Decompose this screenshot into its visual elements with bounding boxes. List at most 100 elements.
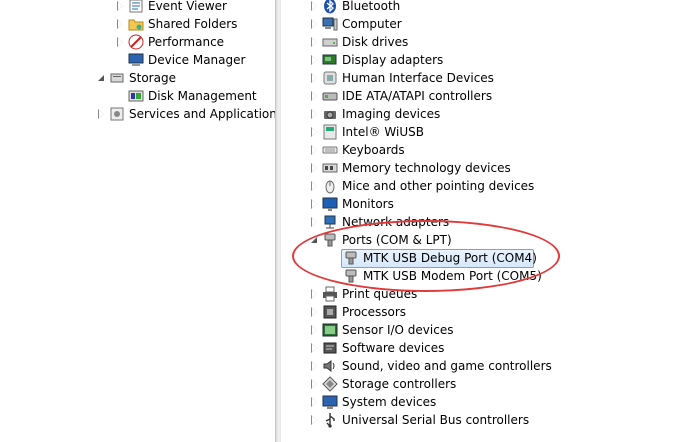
- tree-item-label: Universal Serial Bus controllers: [342, 413, 530, 427]
- tree-item-ide-ata-atapi-controllers[interactable]: IDE ATA/ATAPI controllers: [281, 87, 700, 105]
- tree-item-label: Monitors: [342, 197, 394, 211]
- printer-icon: [322, 286, 338, 302]
- disk-management-icon: [128, 88, 144, 104]
- expand-arrow-icon[interactable]: [310, 379, 320, 389]
- tree-item-label: Storage: [129, 71, 176, 85]
- expand-arrow-icon[interactable]: [310, 199, 320, 209]
- tree-item-label: System devices: [342, 395, 437, 409]
- sound-icon: [322, 358, 338, 374]
- tree-item-keyboards[interactable]: Keyboards: [281, 141, 700, 159]
- expand-arrow-icon[interactable]: [310, 91, 320, 101]
- camera-icon: [322, 106, 338, 122]
- tree-item-memory-technology-devices[interactable]: Memory technology devices: [281, 159, 700, 177]
- tree-item-label: Display adapters: [342, 53, 444, 67]
- tree-item-label: Keyboards: [342, 143, 405, 157]
- expand-arrow-icon[interactable]: [310, 307, 320, 317]
- tree-item-label: Imaging devices: [342, 107, 441, 121]
- tree-item-print-queues[interactable]: Print queues: [281, 285, 700, 303]
- storage-controller-icon: [322, 376, 338, 392]
- ide-controller-icon: [322, 88, 338, 104]
- bluetooth-icon: [322, 0, 338, 14]
- expand-arrow-icon[interactable]: [310, 37, 320, 47]
- expand-arrow-icon[interactable]: [310, 343, 320, 353]
- expand-arrow-icon[interactable]: [116, 37, 126, 47]
- expand-arrow-icon[interactable]: [310, 217, 320, 227]
- expand-arrow-icon[interactable]: [310, 361, 320, 371]
- tree-item-device-manager[interactable]: Device Manager: [0, 51, 275, 69]
- tree-item-software-devices[interactable]: Software devices: [281, 339, 700, 357]
- tree-item-intel-wiusb[interactable]: Intel® WiUSB: [281, 123, 700, 141]
- tree-item-system-devices[interactable]: System devices: [281, 393, 700, 411]
- wiusb-icon: [322, 124, 338, 140]
- usb-icon: [322, 412, 338, 428]
- tree-item-label: Intel® WiUSB: [342, 125, 424, 139]
- tree-item-ports-com-lpt[interactable]: Ports (COM & LPT): [281, 231, 700, 249]
- port-icon: [322, 232, 338, 248]
- sensor-icon: [322, 322, 338, 338]
- expand-arrow-icon[interactable]: [310, 127, 320, 137]
- tree-item-label: Memory technology devices: [342, 161, 511, 175]
- expand-arrow-icon[interactable]: [310, 415, 320, 425]
- tree-item-label: MTK USB Modem Port (COM5): [363, 269, 542, 283]
- tree-item-label: Storage controllers: [342, 377, 457, 391]
- storage-icon: [109, 70, 125, 86]
- tree-item-mtk-usb-debug-port-com4[interactable]: MTK USB Debug Port (COM4): [281, 249, 700, 268]
- tree-item-monitors[interactable]: Monitors: [281, 195, 700, 213]
- tree-item-display-adapters[interactable]: Display adapters: [281, 51, 700, 69]
- tree-item-label: MTK USB Debug Port (COM4): [363, 251, 537, 265]
- shared-folders-icon: [128, 16, 144, 32]
- tree-item-processors[interactable]: Processors: [281, 303, 700, 321]
- tree-item-label: Processors: [342, 305, 407, 319]
- expand-arrow-icon[interactable]: [116, 1, 126, 11]
- tree-item-computer[interactable]: Computer: [281, 15, 700, 33]
- console-tree-pane[interactable]: Event Viewer Shared Folders Performance Dev…: [0, 0, 283, 442]
- tree-item-services-and-applications[interactable]: Services and Applications: [0, 105, 283, 123]
- expand-arrow-icon[interactable]: [97, 109, 107, 119]
- expand-arrow-icon[interactable]: [310, 19, 320, 29]
- tree-item-mtk-usb-modem-port-com5[interactable]: MTK USB Modem Port (COM5): [281, 267, 700, 285]
- tree-item-storage[interactable]: Storage: [0, 69, 275, 87]
- tree-item-label: Device Manager: [148, 53, 246, 67]
- expand-arrow-icon[interactable]: [310, 73, 320, 83]
- processor-icon: [322, 304, 338, 320]
- tree-item-performance[interactable]: Performance: [0, 33, 275, 51]
- monitor-icon: [322, 196, 338, 212]
- keyboard-icon: [322, 142, 338, 158]
- tree-item-disk-management[interactable]: Disk Management: [0, 87, 275, 105]
- tree-item-event-viewer[interactable]: Event Viewer: [0, 0, 275, 15]
- tree-item-storage-controllers[interactable]: Storage controllers: [281, 375, 700, 393]
- tree-item-network-adapters[interactable]: Network adapters: [281, 213, 700, 231]
- collapse-arrow-icon[interactable]: [310, 235, 320, 245]
- tree-item-label: IDE ATA/ATAPI controllers: [342, 89, 493, 103]
- port-icon: [343, 250, 359, 266]
- expand-arrow-icon[interactable]: [310, 181, 320, 191]
- tree-item-bluetooth[interactable]: Bluetooth: [281, 0, 700, 15]
- tree-item-label: Shared Folders: [148, 17, 238, 31]
- device-tree-pane[interactable]: Bluetooth Computer Disk drives Display adap…: [281, 0, 700, 442]
- tree-item-sound-video-and-game-controllers[interactable]: Sound, video and game controllers: [281, 357, 700, 375]
- tree-item-mice-and-other-pointing-devices[interactable]: Mice and other pointing devices: [281, 177, 700, 195]
- tree-item-label: Mice and other pointing devices: [342, 179, 535, 193]
- expand-arrow-icon[interactable]: [310, 289, 320, 299]
- expand-arrow-icon[interactable]: [116, 19, 126, 29]
- expand-arrow-icon[interactable]: [310, 145, 320, 155]
- tree-item-shared-folders[interactable]: Shared Folders: [0, 15, 275, 33]
- port-icon: [343, 268, 359, 284]
- expand-arrow-icon[interactable]: [310, 55, 320, 65]
- expand-arrow-icon[interactable]: [310, 109, 320, 119]
- tree-item-label: Disk drives: [342, 35, 409, 49]
- tree-item-disk-drives[interactable]: Disk drives: [281, 33, 700, 51]
- collapse-arrow-icon[interactable]: [97, 73, 107, 83]
- computer-icon: [322, 16, 338, 32]
- tree-item-universal-serial-bus-controllers[interactable]: Universal Serial Bus controllers: [281, 411, 700, 429]
- memory-icon: [322, 160, 338, 176]
- expand-arrow-icon[interactable]: [310, 325, 320, 335]
- tree-item-human-interface-devices[interactable]: Human Interface Devices: [281, 69, 700, 87]
- expand-arrow-icon[interactable]: [310, 163, 320, 173]
- tree-item-label: Computer: [342, 17, 402, 31]
- expand-arrow-icon[interactable]: [310, 397, 320, 407]
- tree-item-imaging-devices[interactable]: Imaging devices: [281, 105, 700, 123]
- event-viewer-icon: [128, 0, 144, 14]
- tree-item-sensor-i-o-devices[interactable]: Sensor I/O devices: [281, 321, 700, 339]
- expand-arrow-icon[interactable]: [310, 1, 320, 11]
